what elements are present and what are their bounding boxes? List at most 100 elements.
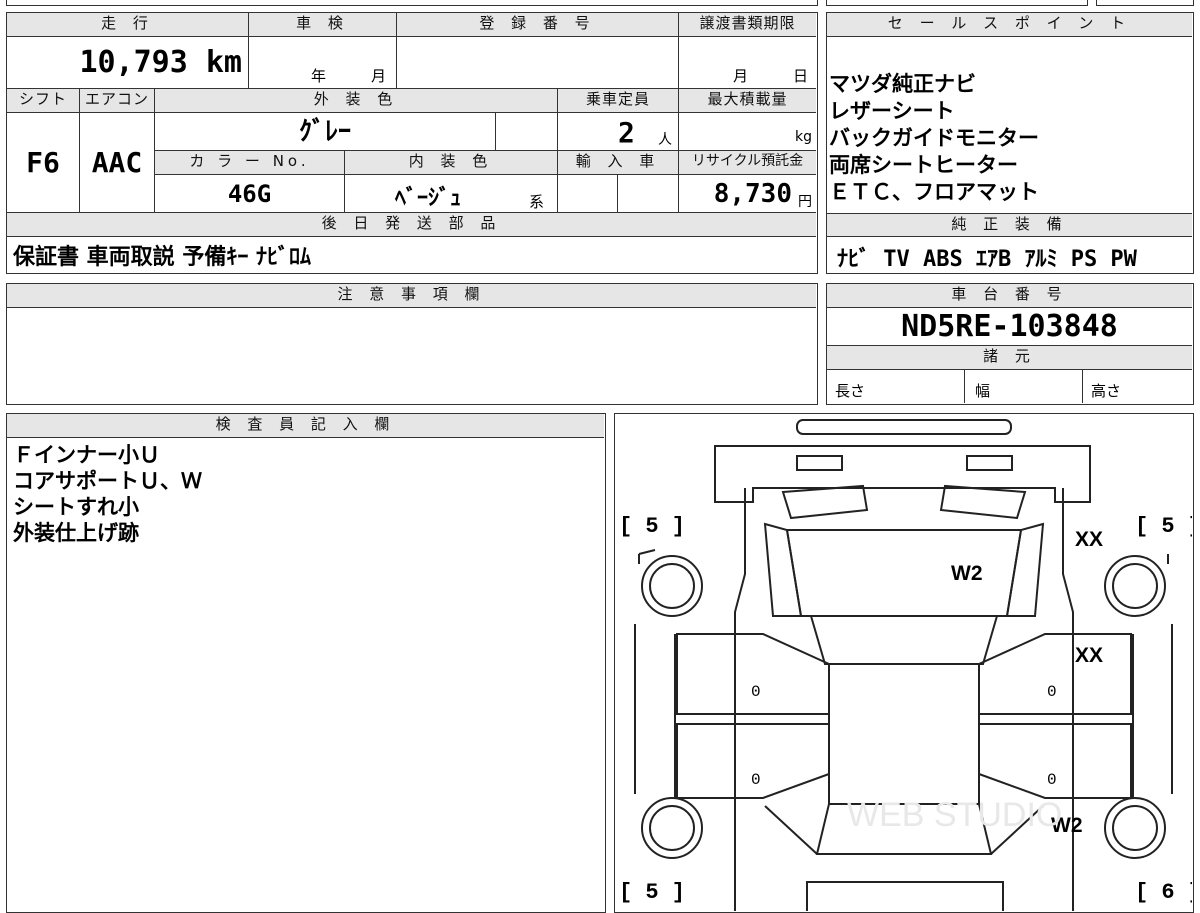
aircon-header: エアコン [80, 89, 155, 113]
capacity-header: 乗車定員 [558, 89, 679, 113]
right-headlight [939, 484, 1027, 520]
damage-mark-fender-right: XX [1075, 528, 1103, 551]
rear-right-wheel-inner [1112, 805, 1158, 851]
transfer-month-label: 月 [733, 67, 749, 85]
interior-color-text: ﾍﾞｰｼﾞｭ [395, 186, 462, 211]
color-no-value: 46G [155, 175, 345, 213]
body-outline [734, 488, 1074, 911]
front-bumper-lip [796, 419, 1012, 435]
inspector-header: 検 査 員 記 入 欄 [7, 414, 604, 438]
sales-points-list: マツダ純正ナビ レザーシート バックガイドモニター 両席シートヒーター ＥＴＣ、… [829, 71, 1189, 206]
inspection-value: 年 月 [249, 37, 397, 89]
car-diagram: [ 5 ] [ 5 ] [ 5 ] [ 6 ] XX W2 XX W2 0 0 … [619, 419, 1192, 911]
spec-length: 長さ [827, 370, 965, 403]
tire-rear-left-label: [ 5 ] [619, 880, 685, 905]
sales-points-panel: セ ー ル ス ポ イ ン ト マツダ純正ナビ レザーシート バックガイドモニタ… [826, 12, 1194, 274]
chassis-panel: 車 台 番 号 ND5RE-103848 諸 元 長さ 幅 高さ [826, 283, 1194, 405]
damage-mark-hood: W2 [951, 562, 983, 585]
right-shoulders [1167, 554, 1173, 794]
mileage-header: 走 行 [7, 13, 249, 37]
door-mark-front-left: 0 [751, 683, 761, 701]
shift-header: シフト [7, 89, 80, 113]
top-strip-far-right [1096, 0, 1194, 6]
top-strip-right [826, 0, 1088, 6]
spec-length-label: 長さ [835, 382, 866, 400]
capacity-unit: 人 [658, 132, 672, 148]
inspector-note: シートすれ小 [13, 495, 139, 519]
inspector-note: Ｆインナー小Ｕ [13, 443, 160, 467]
capacity-number: 2 [618, 116, 635, 149]
chassis-header: 車 台 番 号 [827, 284, 1192, 308]
sales-points-header: セ ー ル ス ポ イ ン ト [827, 13, 1192, 37]
exterior-color-value: ｸﾞﾚｰ [155, 113, 496, 151]
rear-bumper-part [806, 881, 1004, 911]
recycle-value: 8,730 円 [679, 175, 816, 213]
right-front-door [978, 633, 1132, 715]
max-load-header: 最大積載量 [679, 89, 816, 113]
spec-width-label: 幅 [975, 382, 991, 400]
max-load-unit: kg [795, 129, 812, 145]
import-value-a [558, 175, 618, 213]
inspection-month-label: 月 [371, 67, 387, 85]
door-mark-front-right: 0 [1047, 683, 1057, 701]
genuine-equipment-header: 純 正 装 備 [827, 213, 1192, 237]
later-parts-value: 保証書 車両取説 予備ｷｰ ﾅﾋﾞﾛﾑ [13, 245, 311, 270]
tire-rear-right-label: [ 6 ] [1135, 880, 1192, 905]
sales-point-item: 両席シートヒーター [829, 153, 1018, 177]
front-right-wheel-inner [1112, 563, 1158, 609]
import-value-b [618, 175, 679, 213]
left-front-door [676, 633, 830, 715]
transfer-day-label: 日 [793, 67, 809, 85]
top-strip [6, 0, 818, 6]
recycle-amount: 8,730 [713, 179, 792, 209]
front-right-light [966, 455, 1013, 471]
left-shoulders [634, 549, 656, 794]
roof [828, 663, 980, 805]
recycle-unit: 円 [798, 194, 812, 210]
damage-mark-front-right-door: XX [1075, 644, 1103, 667]
registration-header: 登 録 番 号 [397, 13, 679, 37]
genuine-equipment-value: ﾅﾋﾞ TV ABS ｴｱB ｱﾙﾐ PS PW [837, 247, 1137, 272]
transfer-deadline-value: 月 日 [679, 37, 816, 89]
inspector-note: コアサポートＵ、Ｗ [13, 469, 202, 493]
interior-color-suffix: 系 [529, 193, 545, 211]
sales-point-item: レザーシート [829, 99, 955, 123]
tire-front-right-label: [ 5 ] [1135, 514, 1192, 539]
spec-width: 幅 [965, 370, 1083, 403]
door-mark-rear-left: 0 [751, 771, 761, 789]
vehicle-info-table: 走 行 車 検 登 録 番 号 譲渡書類期限 10,793 km 年 月 月 日… [6, 12, 818, 274]
front-left-light [796, 455, 843, 471]
inspector-panel: 検 査 員 記 入 欄 Ｆインナー小Ｕ コアサポートＵ、Ｗ シートすれ小 外装仕… [6, 413, 606, 913]
shift-value: F6 [7, 113, 80, 213]
import-header: 輸 入 車 [558, 151, 679, 175]
later-parts-header: 後 日 発 送 部 品 [7, 213, 816, 237]
recycle-header: リサイクル預託金 [679, 151, 816, 175]
watermark: WEB STUDIO [847, 796, 1062, 834]
rear-left-wheel-inner [649, 805, 695, 851]
windshield [809, 615, 999, 665]
front-fenders [763, 522, 1045, 617]
left-headlight [781, 484, 869, 520]
mileage-value: 10,793 km [7, 37, 249, 89]
specs-header: 諸 元 [827, 346, 1192, 370]
spec-height: 高さ [1083, 370, 1192, 403]
exterior-color-extra [496, 113, 558, 151]
interior-color-header: 内 装 色 [345, 151, 558, 175]
caution-header: 注 意 事 項 欄 [7, 284, 816, 308]
caution-panel: 注 意 事 項 欄 [6, 283, 818, 405]
registration-value [397, 37, 679, 89]
color-no-header: カ ラ ー No. [155, 151, 345, 175]
capacity-value: 2 人 [558, 113, 679, 151]
inspection-year-label: 年 [311, 67, 327, 85]
inspection-header: 車 検 [249, 13, 397, 37]
front-left-wheel-inner [649, 563, 695, 609]
inspector-notes: Ｆインナー小Ｕ コアサポートＵ、Ｗ シートすれ小 外装仕上げ跡 [13, 442, 202, 546]
sales-point-item: ＥＴＣ、フロアマット [829, 180, 1039, 204]
hood [785, 529, 1023, 617]
inspector-note: 外装仕上げ跡 [13, 521, 139, 545]
sales-point-item: マツダ純正ナビ [829, 72, 976, 96]
transfer-deadline-header: 譲渡書類期限 [679, 13, 816, 37]
tire-front-left-label: [ 5 ] [619, 514, 685, 539]
interior-color-value: ﾍﾞｰｼﾞｭ 系 [345, 175, 558, 213]
door-mark-rear-right: 0 [1047, 771, 1057, 789]
